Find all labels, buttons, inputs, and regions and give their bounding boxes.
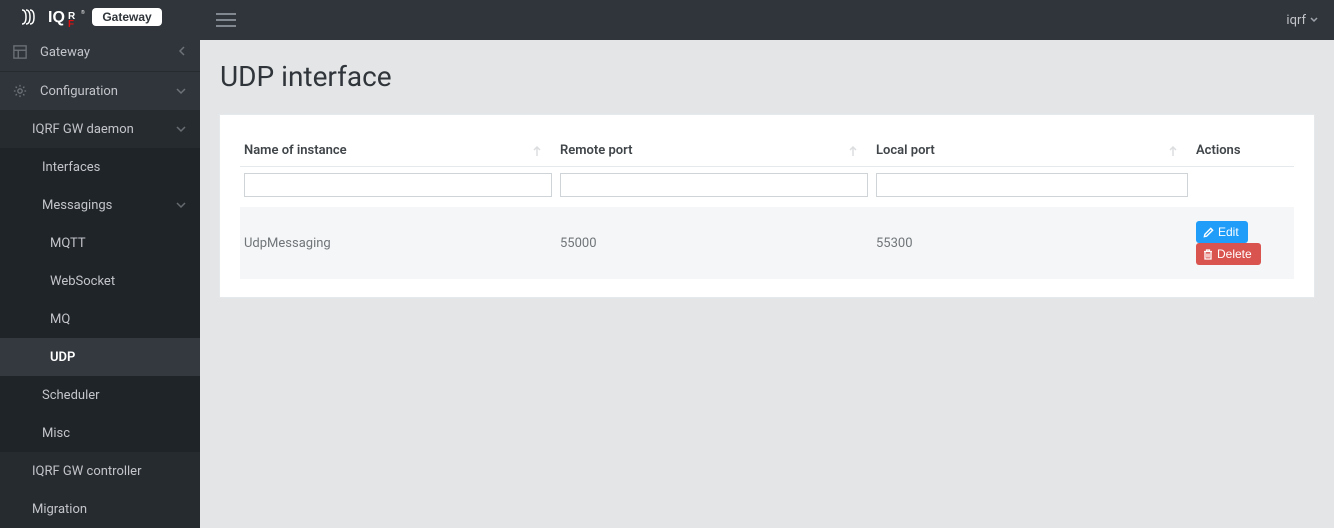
nav-label: WebSocket — [50, 274, 115, 289]
sidebar-item-websocket[interactable]: WebSocket — [0, 262, 200, 300]
svg-text:F: F — [68, 19, 74, 28]
sidebar-item-configuration[interactable]: Configuration — [0, 71, 200, 110]
card: Name of instance Remote port Local port — [220, 115, 1314, 297]
svg-text:IQ: IQ — [48, 9, 65, 26]
sidebar-item-mqtt[interactable]: MQTT — [0, 224, 200, 262]
page-title: UDP interface — [220, 60, 1314, 93]
sidebar-item-controller[interactable]: IQRF GW controller — [0, 452, 200, 490]
sidebar-nav: Gateway Configuration IQRF GW daemon — [0, 33, 200, 528]
sidebar-item-mq[interactable]: MQ — [0, 300, 200, 338]
cell-name: UdpMessaging — [240, 207, 556, 279]
layout-icon — [10, 45, 30, 59]
filter-remote-input[interactable] — [560, 173, 868, 197]
nav-label: IQRF GW controller — [32, 464, 141, 479]
sidebar-item-interfaces[interactable]: Interfaces — [0, 148, 200, 186]
cell-actions: Edit Delete — [1192, 207, 1294, 279]
user-name: iqrf — [1286, 13, 1306, 28]
nav-label: Misc — [42, 426, 70, 441]
delete-button[interactable]: Delete — [1196, 243, 1261, 265]
trash-icon — [1203, 249, 1213, 260]
sidebar-item-gateway[interactable]: Gateway — [0, 33, 200, 71]
nav-label: MQ — [50, 312, 70, 327]
sidebar-item-udp[interactable]: UDP — [0, 338, 200, 376]
sidebar-item-misc[interactable]: Misc — [0, 414, 200, 452]
chevron-down-icon — [1310, 17, 1318, 23]
table-row: UdpMessaging 55000 55300 Edit De — [240, 207, 1294, 279]
chevron-down-icon — [176, 84, 186, 99]
chevron-down-icon — [176, 198, 186, 213]
filter-row — [240, 167, 1294, 208]
nav-label: Scheduler — [42, 388, 100, 403]
sort-icon — [1168, 145, 1178, 161]
filter-name-input[interactable] — [244, 173, 552, 197]
brand-logo[interactable]: IQ R F ® Gateway — [0, 0, 200, 33]
nav-label: IQRF GW daemon — [32, 122, 134, 137]
nav-label: Migration — [32, 502, 87, 517]
chevron-left-icon — [178, 45, 186, 60]
gear-icon — [10, 84, 30, 98]
edit-button[interactable]: Edit — [1196, 221, 1248, 243]
user-menu[interactable]: iqrf — [1286, 13, 1318, 28]
sidebar-item-migration[interactable]: Migration — [0, 490, 200, 528]
chevron-down-icon — [176, 122, 186, 137]
col-header-local[interactable]: Local port — [872, 133, 1192, 167]
sidebar-item-scheduler[interactable]: Scheduler — [0, 376, 200, 414]
nav-label: MQTT — [50, 236, 86, 251]
instances-table: Name of instance Remote port Local port — [240, 133, 1294, 279]
sidebar-item-daemon[interactable]: IQRF GW daemon — [0, 110, 200, 148]
cell-remote: 55000 — [556, 207, 872, 279]
svg-text:®: ® — [81, 9, 85, 16]
filter-local-input[interactable] — [876, 173, 1188, 197]
nav-label: Interfaces — [42, 160, 100, 175]
col-header-remote[interactable]: Remote port — [556, 133, 872, 167]
main: iqrf UDP interface Name of instance — [200, 0, 1334, 528]
pencil-icon — [1203, 227, 1214, 238]
nav-label: UDP — [50, 350, 75, 365]
col-header-actions: Actions — [1192, 133, 1294, 167]
cell-local: 55300 — [872, 207, 1192, 279]
topbar: iqrf — [200, 0, 1334, 40]
content: UDP interface Name of instance Remote po… — [200, 40, 1334, 317]
brand-badge-text: Gateway — [102, 10, 152, 24]
nav-label: Messagings — [42, 198, 112, 213]
nav-label: Gateway — [40, 45, 90, 60]
sidebar-item-messagings[interactable]: Messagings — [0, 186, 200, 224]
sidebar: IQ R F ® Gateway Gateway — [0, 0, 200, 528]
sort-icon — [532, 145, 542, 161]
sort-icon — [848, 145, 858, 161]
nav-label: Configuration — [40, 84, 118, 99]
menu-toggle-button[interactable] — [216, 13, 236, 27]
col-header-name[interactable]: Name of instance — [240, 133, 556, 167]
